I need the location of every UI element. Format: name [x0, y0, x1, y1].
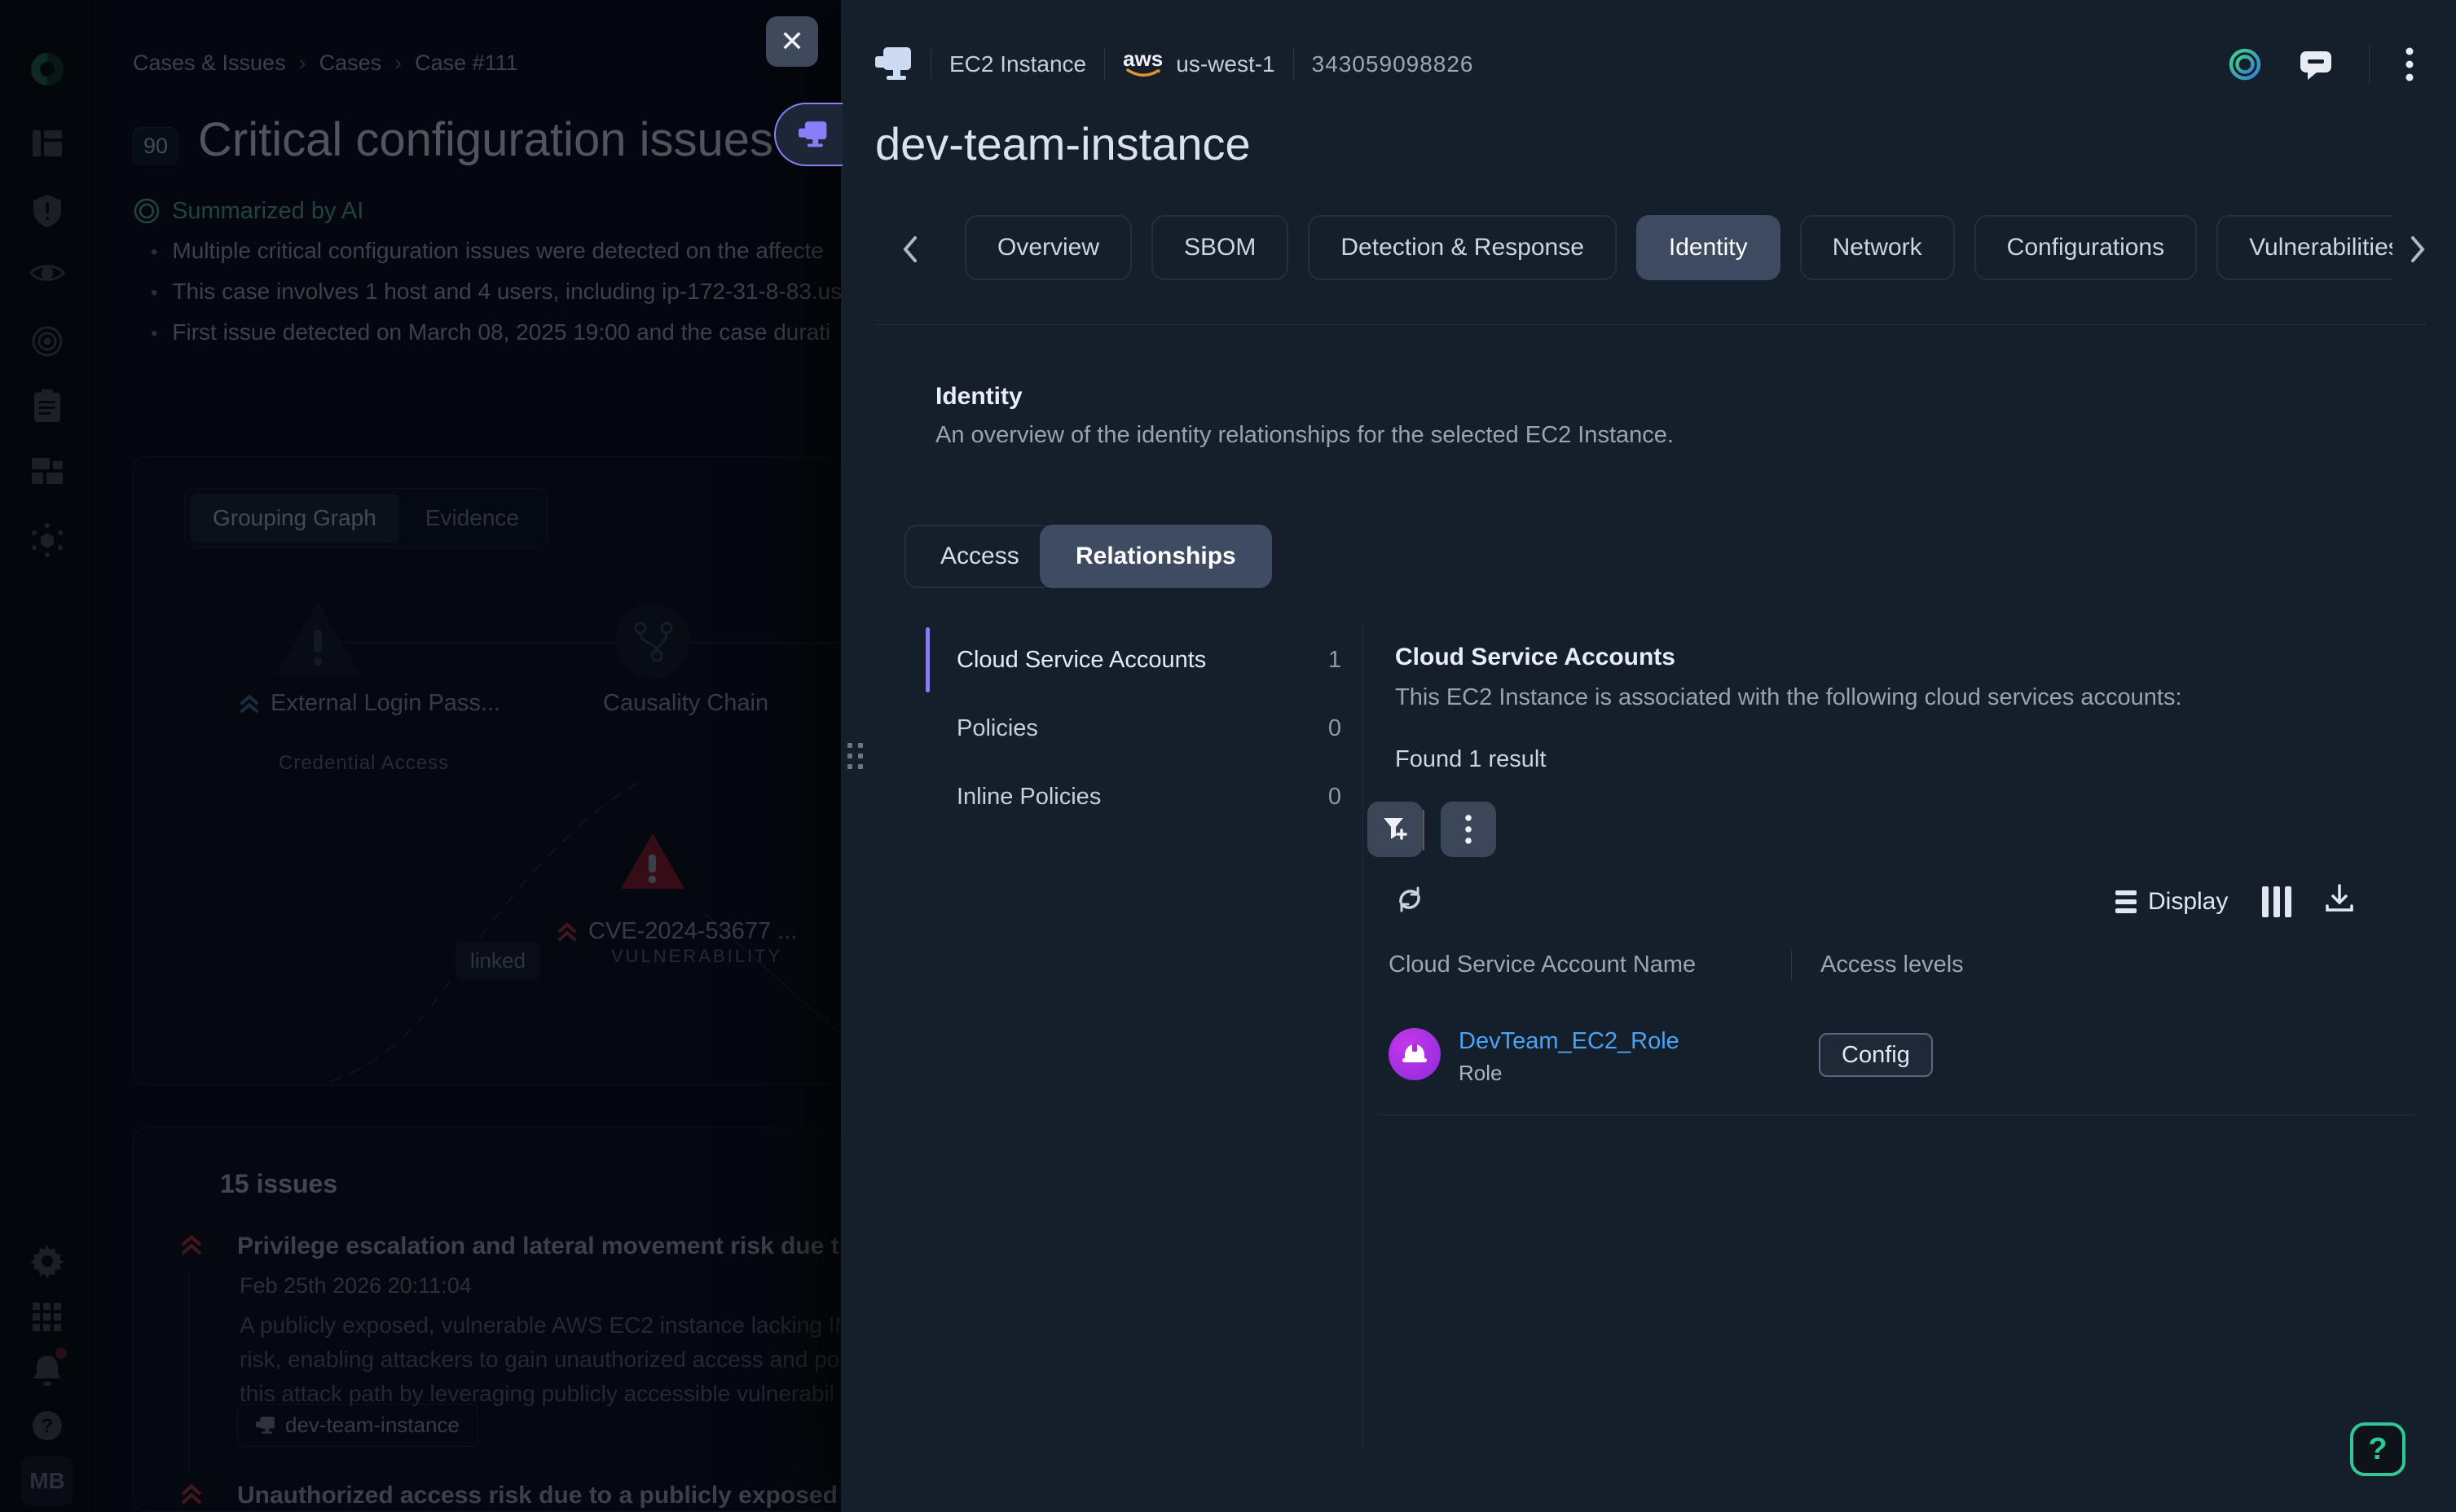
asset-type-label: EC2 Instance — [949, 51, 1086, 77]
account-id-label: 343059098826 — [1312, 51, 1474, 77]
detail-heading: Cloud Service Accounts — [1395, 644, 1675, 671]
divider — [1104, 48, 1105, 81]
chevron-right-icon — [2409, 235, 2427, 264]
orca-ring-icon[interactable] — [2227, 46, 2263, 82]
divider — [875, 324, 2427, 325]
refresh-icon — [1395, 885, 1424, 914]
tab-identity[interactable]: Identity — [1636, 215, 1780, 280]
app-screen: ? MB Cases & Issues›Cases›Case #111 90 C… — [0, 0, 2456, 1512]
add-filter-button[interactable] — [1367, 802, 1423, 857]
account-name-link[interactable]: DevTeam_EC2_Role — [1459, 1028, 1679, 1055]
monitor-icon — [799, 121, 828, 148]
relationship-category-list: Cloud Service Accounts 1 Policies 0 Inli… — [926, 626, 1341, 831]
category-cloud-service-accounts[interactable]: Cloud Service Accounts 1 — [926, 626, 1341, 694]
tabs-strip: Overview SBOM Detection & Response Ident… — [965, 215, 2392, 285]
download-icon — [2324, 883, 2355, 914]
tab-configurations[interactable]: Configurations — [1974, 215, 2197, 280]
display-menu-button[interactable]: Display — [2115, 888, 2228, 916]
chat-icon[interactable] — [2299, 48, 2333, 81]
access-level-config-chip[interactable]: Config — [1819, 1033, 1933, 1077]
tab-network[interactable]: Network — [1800, 215, 1955, 280]
category-inline-policies[interactable]: Inline Policies 0 — [926, 763, 1341, 831]
filter-plus-icon — [1382, 816, 1408, 842]
results-count-label: Found 1 result — [1395, 746, 1546, 773]
download-button[interactable] — [2324, 883, 2355, 916]
tab-detection-response[interactable]: Detection & Response — [1308, 215, 1617, 280]
kebab-menu-icon[interactable] — [2405, 46, 2414, 82]
account-type-label: Role — [1459, 1061, 1502, 1086]
region-label: us-west-1 — [1176, 51, 1274, 77]
divider — [1293, 48, 1294, 81]
tabs-scroll-left[interactable] — [901, 235, 919, 268]
toggle-access[interactable]: Access — [904, 525, 1055, 588]
tab-sbom[interactable]: SBOM — [1151, 215, 1288, 280]
hard-hat-icon — [1402, 1044, 1428, 1065]
table-row-divider — [1379, 1114, 2415, 1115]
category-policies[interactable]: Policies 0 — [926, 694, 1341, 763]
role-avatar — [1389, 1028, 1441, 1080]
asset-title: dev-team-instance — [875, 117, 1251, 170]
toggle-relationships[interactable]: Relationships — [1040, 525, 1272, 588]
monitor-icon — [875, 47, 913, 81]
panel-header-actions — [2227, 46, 2414, 83]
asset-panel-tab[interactable] — [774, 103, 843, 166]
category-count: 1 — [1328, 647, 1341, 674]
aws-logo-text: aws — [1123, 49, 1163, 68]
close-panel-button[interactable]: ✕ — [766, 16, 818, 67]
chevron-left-icon — [901, 235, 919, 264]
category-label: Inline Policies — [957, 784, 1101, 811]
panel-resize-handle[interactable] — [847, 743, 863, 769]
kebab-menu-icon — [1465, 815, 1472, 844]
aws-logo: aws — [1123, 49, 1163, 80]
detail-description: This EC2 Instance is associated with the… — [1395, 684, 2182, 711]
refresh-button[interactable] — [1395, 885, 1424, 916]
selected-indicator — [926, 627, 930, 692]
identity-heading: Identity — [935, 383, 1023, 411]
aws-smile-arc — [1125, 68, 1161, 80]
display-lines-icon — [2115, 890, 2137, 913]
asset-detail-panel: ✕ EC2 Instance aws us-west-1 34305909882… — [841, 0, 2456, 1512]
column-header-name[interactable]: Cloud Service Account Name — [1389, 952, 1696, 978]
help-button[interactable]: ? — [2350, 1422, 2405, 1476]
columns-button[interactable] — [2262, 886, 2291, 917]
tab-overview[interactable]: Overview — [965, 215, 1132, 280]
category-label: Cloud Service Accounts — [957, 647, 1206, 674]
category-label: Policies — [957, 715, 1038, 742]
panel-header: EC2 Instance aws us-west-1 343059098826 — [875, 47, 1474, 81]
tab-vulnerabilities[interactable]: Vulnerabilities — [2216, 215, 2392, 280]
table-options-button[interactable] — [1441, 802, 1496, 857]
display-label: Display — [2148, 888, 2228, 916]
category-count: 0 — [1328, 784, 1341, 811]
divider — [1362, 627, 1363, 1450]
column-header-access-levels[interactable]: Access levels — [1820, 952, 1964, 978]
divider — [2369, 46, 2370, 83]
identity-description: An overview of the identity relationship… — [935, 422, 1674, 449]
divider — [1423, 810, 1424, 850]
category-count: 0 — [1328, 715, 1341, 742]
tabs-scroll-right[interactable] — [2409, 235, 2427, 268]
divider — [1791, 950, 1792, 981]
modal-dim-overlay[interactable] — [0, 0, 841, 1512]
columns-icon — [2262, 886, 2269, 917]
